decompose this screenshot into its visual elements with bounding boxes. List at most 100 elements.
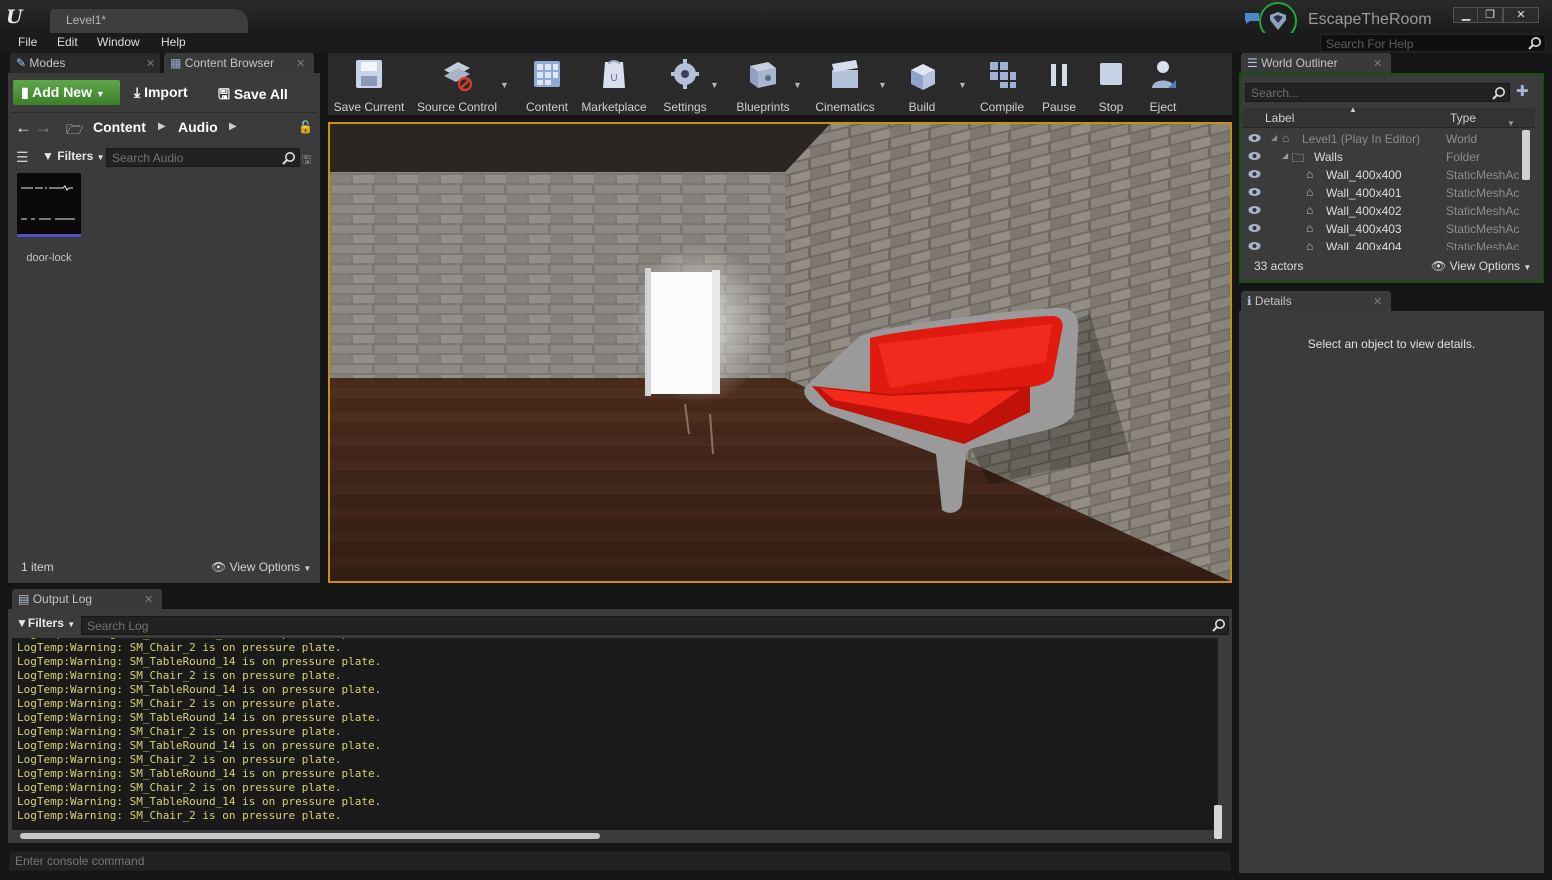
- visibility-eye-icon[interactable]: [1248, 223, 1261, 233]
- visibility-eye-icon[interactable]: [1248, 205, 1261, 215]
- build-dropdown-icon[interactable]: ▼: [958, 80, 967, 90]
- save-current-button[interactable]: Save Current: [332, 56, 406, 114]
- compile-button[interactable]: Compile: [976, 56, 1028, 114]
- outliner-row[interactable]: ⌂ Wall_400x404 StaticMeshAc: [1244, 238, 1526, 250]
- outliner-row[interactable]: ⌂ Wall_400x401 StaticMeshAc: [1244, 184, 1526, 202]
- log-horizontal-scrollbar[interactable]: [20, 833, 600, 839]
- save-icon: [356, 60, 382, 88]
- chevron-down-icon: ▼: [1523, 263, 1532, 272]
- log-text-area[interactable]: LogTemp:Warning: SM_TableRound_14 is on …: [12, 638, 1218, 830]
- close-tab-icon[interactable]: ✕: [296, 57, 305, 70]
- outliner-row[interactable]: ⌂ Wall_400x403 StaticMeshAc: [1244, 220, 1526, 238]
- column-label[interactable]: Label: [1265, 111, 1294, 125]
- breadcrumb-chevron-icon[interactable]: ▶: [158, 121, 166, 132]
- help-search-input[interactable]: Search For Help: [1320, 34, 1546, 52]
- marketplace-button[interactable]: U Marketplace: [578, 56, 650, 114]
- outliner-row[interactable]: ◢ 🗀 Walls Folder: [1244, 148, 1526, 166]
- close-tab-icon[interactable]: ✕: [1373, 295, 1382, 308]
- svg-text:U: U: [610, 73, 617, 84]
- view-options-button[interactable]: 👁 View Options ▼: [211, 560, 311, 574]
- search-icon[interactable]: [282, 151, 296, 165]
- outliner-row[interactable]: ◢ ⌂ Level1 (Play In Editor) World: [1244, 130, 1526, 148]
- cinematics-button[interactable]: Cinematics: [812, 56, 878, 114]
- close-tab-icon[interactable]: ✕: [146, 57, 155, 70]
- log-line: LogTemp:Warning: SM_Chair_2 is on pressu…: [17, 697, 342, 710]
- expand-arrow-icon[interactable]: ◢: [1271, 133, 1277, 142]
- sources-panel-icon[interactable]: ☰: [16, 149, 29, 166]
- visibility-eye-icon[interactable]: [1248, 169, 1261, 179]
- outliner-view-options-label: View Options: [1449, 259, 1521, 273]
- save-search-icon[interactable]: 🖫: [302, 151, 311, 170]
- log-vertical-scrollbar[interactable]: [1214, 805, 1222, 839]
- level-viewport[interactable]: [328, 122, 1232, 583]
- tab-output-log[interactable]: ▤ Output Log ✕: [12, 589, 162, 609]
- menu-file[interactable]: File: [18, 35, 37, 49]
- outliner-row-label: Level1 (Play In Editor): [1302, 132, 1421, 146]
- breadcrumb-content[interactable]: Content: [93, 119, 146, 135]
- stop-button[interactable]: Stop: [1092, 56, 1130, 114]
- visibility-eye-icon[interactable]: [1248, 151, 1261, 161]
- add-folder-icon[interactable]: ✚: [1516, 82, 1529, 100]
- blueprints-dropdown-icon[interactable]: ▼: [793, 80, 802, 90]
- settings-button[interactable]: Settings: [659, 56, 711, 114]
- outliner-row-label: Wall_400x404: [1326, 240, 1402, 250]
- content-button[interactable]: Content: [520, 56, 574, 114]
- tab-content-browser[interactable]: ▦ Content Browser ✕: [164, 53, 314, 73]
- visibility-eye-icon[interactable]: [1248, 187, 1261, 197]
- outliner-row-label: Wall_400x403: [1326, 222, 1402, 236]
- chevron-down-icon: ▼: [96, 153, 105, 162]
- content-search-input[interactable]: Search Audio: [106, 148, 300, 167]
- outliner-row-type: StaticMeshAc: [1446, 186, 1520, 200]
- build-button[interactable]: Build: [898, 56, 946, 114]
- tab-world-outliner[interactable]: ☰ World Outliner ✕: [1241, 53, 1391, 73]
- outliner-view-options-button[interactable]: 👁 View Options ▼: [1431, 259, 1531, 273]
- back-arrow-icon[interactable]: ←: [15, 118, 32, 138]
- breadcrumb-audio[interactable]: Audio: [178, 119, 218, 135]
- menu-help[interactable]: Help: [161, 35, 186, 49]
- settings-dropdown-icon[interactable]: ▼: [710, 80, 719, 90]
- tab-modes[interactable]: ✎ Modes ✕: [10, 53, 160, 73]
- outliner-search-input[interactable]: Search...: [1245, 83, 1510, 102]
- level-document-tab[interactable]: Level1*: [50, 9, 248, 33]
- marketplace-icon: U: [603, 60, 625, 88]
- lock-icon[interactable]: 🔓: [298, 120, 313, 134]
- console-command-input[interactable]: Enter console command: [9, 851, 1231, 871]
- asset-name[interactable]: door-lock: [14, 252, 84, 264]
- source-control-button[interactable]: Source Control: [414, 56, 500, 114]
- column-type[interactable]: Type: [1450, 111, 1476, 125]
- import-button[interactable]: ⤓ Import: [134, 84, 188, 101]
- chat-icon[interactable]: [1244, 12, 1260, 25]
- outliner-row[interactable]: ⌂ Wall_400x402 StaticMeshAc: [1244, 202, 1526, 220]
- close-window-button[interactable]: ✕: [1503, 7, 1539, 23]
- chevron-down-icon: ▼: [303, 564, 312, 573]
- log-filters-button[interactable]: ▼Filters ▼: [16, 616, 75, 630]
- cinematics-dropdown-icon[interactable]: ▼: [878, 80, 887, 90]
- asset-thumbnail[interactable]: [17, 173, 81, 237]
- outliner-scrollbar[interactable]: [1522, 130, 1530, 180]
- restore-button[interactable]: ❐: [1477, 7, 1503, 23]
- forward-arrow-icon[interactable]: →: [35, 118, 52, 138]
- log-search-input[interactable]: Search Log: [81, 616, 1229, 635]
- add-new-button[interactable]: ▮ Add New ▼: [13, 80, 120, 105]
- outliner-row[interactable]: ⌂ Wall_400x400 StaticMeshAc: [1244, 166, 1526, 184]
- eject-button[interactable]: Eject: [1142, 56, 1184, 114]
- breadcrumb-chevron-icon[interactable]: ▶: [229, 121, 237, 132]
- visibility-eye-icon[interactable]: [1248, 241, 1261, 250]
- filters-button[interactable]: ▼ Filters ▼: [42, 149, 105, 163]
- menu-window[interactable]: Window: [97, 35, 140, 49]
- source-control-dropdown-icon[interactable]: ▼: [500, 80, 509, 90]
- save-all-button[interactable]: 🖫 Save All: [218, 84, 288, 108]
- search-icon[interactable]: [1528, 36, 1542, 50]
- minimize-button[interactable]: ▁: [1453, 7, 1479, 23]
- expand-arrow-icon[interactable]: ◢: [1282, 151, 1288, 160]
- menu-edit[interactable]: Edit: [57, 35, 78, 49]
- column-options-icon[interactable]: ▼: [1507, 119, 1515, 128]
- close-tab-icon[interactable]: ✕: [144, 593, 153, 606]
- blueprints-button[interactable]: Blueprints: [733, 56, 793, 114]
- pause-button[interactable]: Pause: [1038, 56, 1080, 114]
- search-icon[interactable]: [1212, 618, 1226, 632]
- visibility-eye-icon[interactable]: [1248, 133, 1261, 143]
- close-tab-icon[interactable]: ✕: [1373, 57, 1382, 70]
- search-icon[interactable]: [1492, 86, 1506, 100]
- tab-details[interactable]: ℹ Details ✕: [1241, 291, 1391, 311]
